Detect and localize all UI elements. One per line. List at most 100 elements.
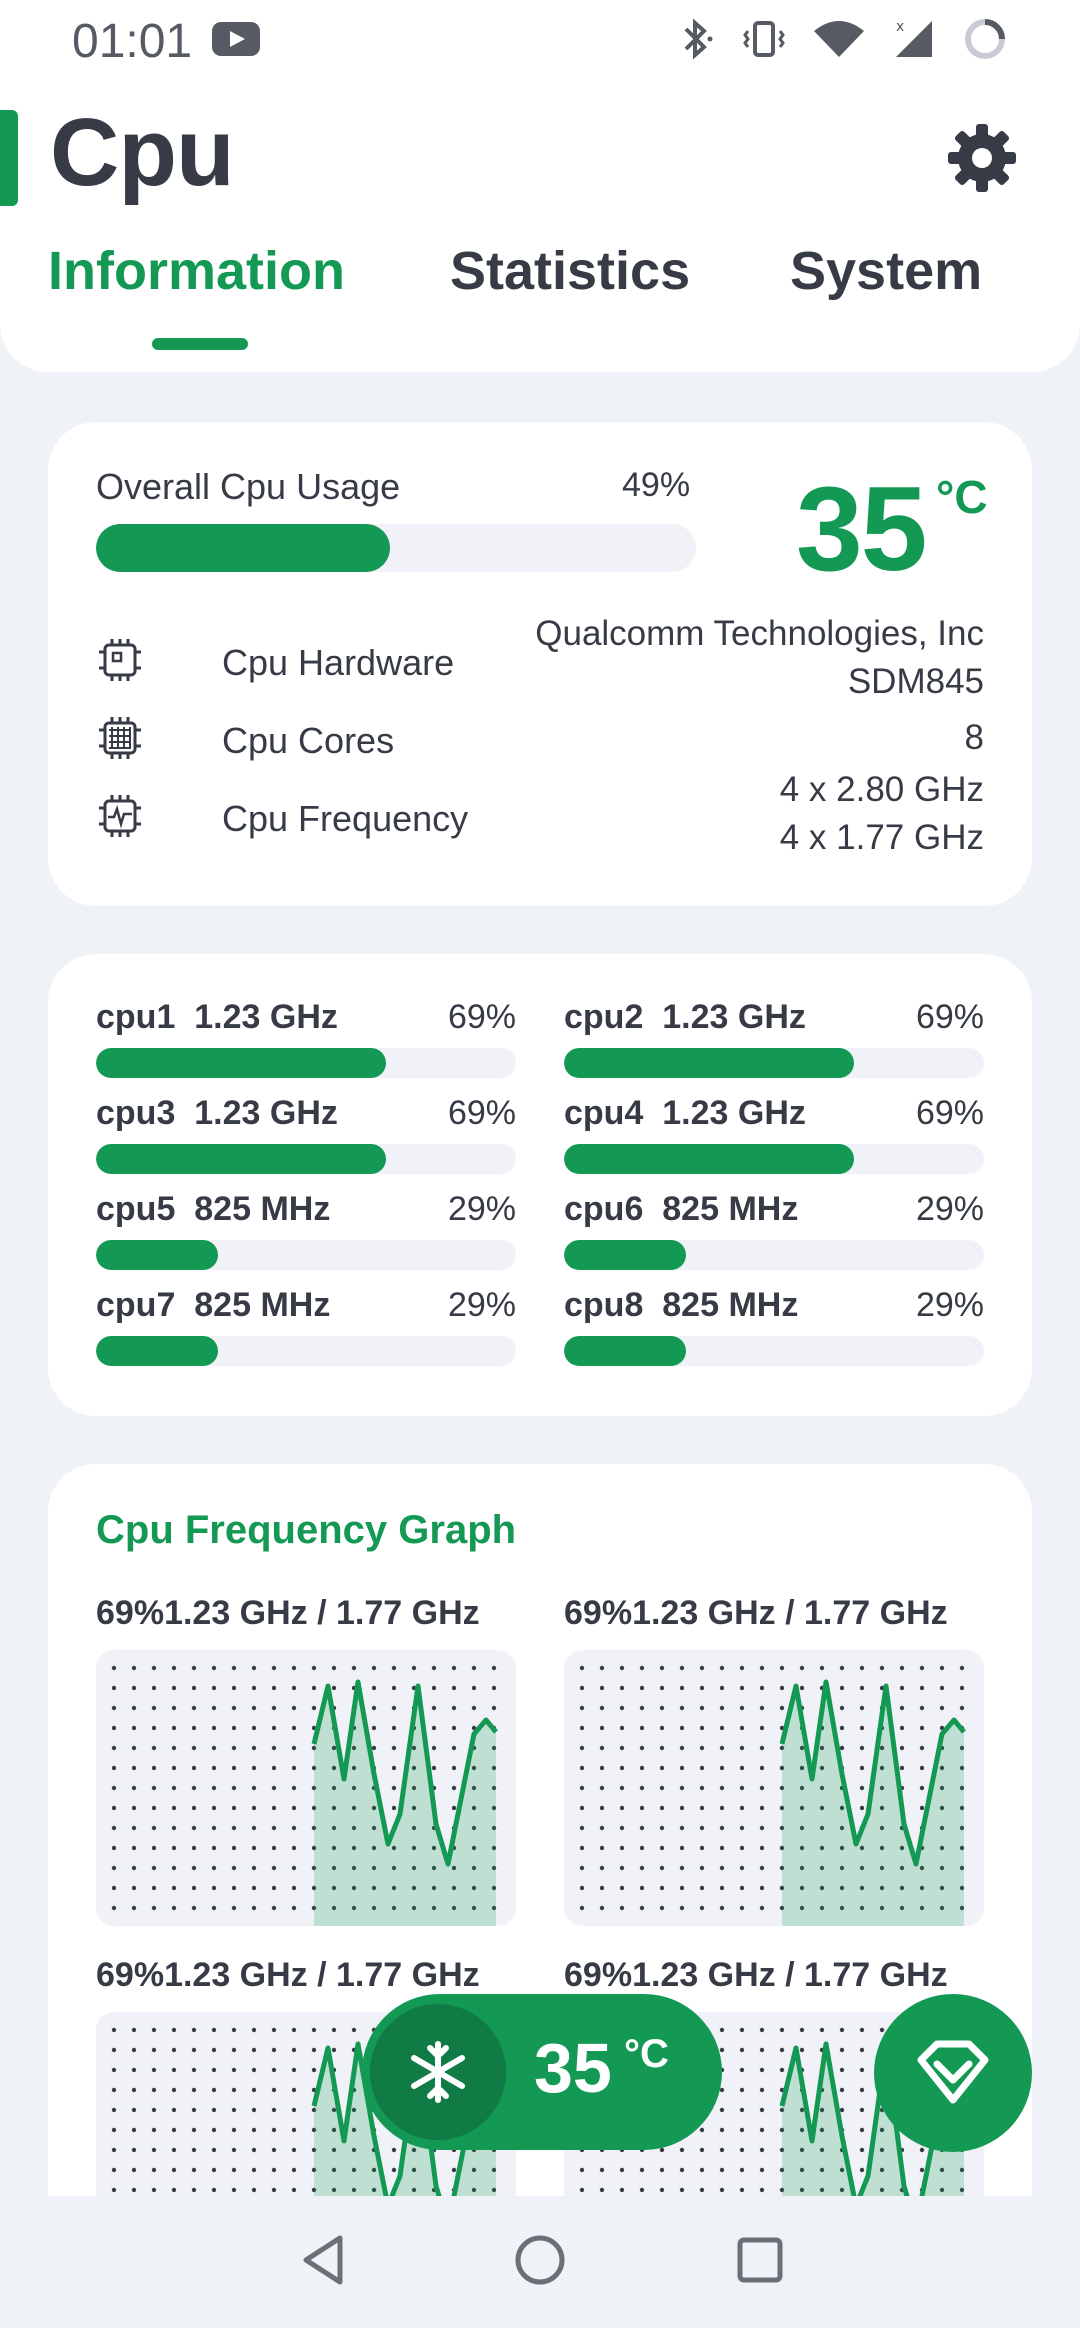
battery-ring-icon — [965, 19, 1005, 59]
graph-frequency: 1.23 GHz / 1.77 GHz — [164, 1956, 480, 1994]
core-name-frequency: cpu5 825 MHz — [96, 1190, 330, 1229]
bluetooth-icon — [684, 18, 713, 60]
core-percent: 69% — [915, 998, 984, 1036]
svg-text:x: x — [896, 19, 904, 35]
graph-plot — [564, 1650, 984, 1926]
core-usage-bar-fill — [564, 1144, 854, 1174]
graph-plot — [96, 1650, 516, 1926]
core-frequency: 1.23 GHz — [662, 1094, 806, 1132]
core-item: cpu1 1.23 GHz 69% — [96, 998, 516, 1078]
home-icon[interactable] — [508, 2228, 572, 2292]
graph-percent: 69% — [564, 1956, 633, 1994]
graph-frequency: 1.23 GHz / 1.77 GHz — [632, 1594, 948, 1632]
core-usage-bar-fill — [96, 1048, 386, 1078]
title-accent-bar — [0, 110, 18, 206]
tab-system[interactable]: System — [790, 240, 982, 302]
floating-temperature-unit: °C — [624, 2032, 669, 2076]
core-usage-bar-fill — [96, 1240, 218, 1270]
frequency-graph-item: 69%1.23 GHz / 1.77 GHz — [96, 1594, 516, 1926]
core-item: cpu3 1.23 GHz 69% — [96, 1094, 516, 1174]
vibrate-icon — [743, 21, 785, 57]
core-name-frequency: cpu3 1.23 GHz — [96, 1094, 338, 1133]
core-frequency: 825 MHz — [194, 1286, 331, 1324]
core-usage-card: cpu1 1.23 GHz 69% cpu2 1.23 GHz 69% cpu3 1.2… — [48, 954, 1032, 1416]
core-usage-bar — [564, 1144, 984, 1174]
tab-information[interactable]: Information — [48, 240, 345, 302]
graph-frequency: 1.23 GHz / 1.77 GHz — [632, 1956, 948, 1994]
core-name: cpu8 — [564, 1286, 644, 1324]
info-value-cores: 8 — [964, 718, 984, 757]
graph-label: 69%1.23 GHz / 1.77 GHz — [96, 1594, 480, 1633]
status-bar: 01:01 x — [0, 0, 1080, 80]
floating-temperature: 35 — [534, 2029, 612, 2107]
core-frequency: 825 MHz — [662, 1190, 799, 1228]
core-item: cpu8 825 MHz 29% — [564, 1286, 984, 1366]
settings-gear-icon[interactable] — [946, 122, 1018, 194]
info-row-cores: Cpu Cores — [96, 714, 984, 762]
graph-label: 69%1.23 GHz / 1.77 GHz — [564, 1594, 948, 1633]
graph-svg — [579, 1665, 966, 1926]
core-usage-bar — [96, 1048, 516, 1078]
system-nav-bar — [0, 2196, 1080, 2328]
overall-usage-label: Overall Cpu Usage — [96, 466, 401, 507]
core-name-frequency: cpu1 1.23 GHz — [96, 998, 338, 1037]
info-value-hardware-model: SDM845 — [847, 662, 984, 701]
core-item: cpu2 1.23 GHz 69% — [564, 998, 984, 1078]
core-percent: 69% — [447, 998, 516, 1036]
status-time: 01:01 — [72, 15, 193, 68]
core-percent: 29% — [915, 1286, 984, 1324]
cpu-temperature: 35 — [796, 462, 927, 596]
cpu-temperature-unit: °C — [936, 471, 988, 523]
core-name-frequency: cpu8 825 MHz — [564, 1286, 798, 1325]
graph-percent: 69% — [96, 1956, 165, 1994]
info-label-cores: Cpu Cores — [222, 720, 395, 761]
signal-icon: x — [896, 19, 932, 57]
overall-usage-percent: 49% — [622, 466, 691, 504]
core-frequency: 825 MHz — [662, 1286, 799, 1324]
core-name-frequency: cpu2 1.23 GHz — [564, 998, 806, 1037]
core-name: cpu3 — [96, 1094, 176, 1132]
info-value-frequency-big: 4 x 2.80 GHz — [779, 770, 984, 809]
core-usage-bar-fill — [564, 1048, 854, 1078]
core-name: cpu5 — [96, 1190, 176, 1228]
info-value-hardware-vendor: Qualcomm Technologies, Inc — [535, 614, 984, 653]
core-usage-bar — [564, 1336, 984, 1366]
wifi-icon — [814, 21, 864, 57]
chip-icon — [99, 639, 141, 681]
core-name: cpu2 — [564, 998, 644, 1036]
core-frequency: 825 MHz — [194, 1190, 331, 1228]
graph-area — [314, 1682, 496, 1926]
snowflake-icon-circle — [370, 2004, 506, 2140]
graph-area — [782, 1682, 964, 1926]
recents-icon[interactable] — [728, 2228, 792, 2292]
back-icon[interactable] — [292, 2228, 356, 2292]
pro-upgrade-button[interactable] — [874, 1994, 1032, 2152]
core-usage-bar — [564, 1048, 984, 1078]
core-name-frequency: cpu6 825 MHz — [564, 1190, 798, 1229]
core-usage-bar — [96, 1240, 516, 1270]
snowflake-icon — [411, 2041, 465, 2103]
graph-frequency: 1.23 GHz / 1.77 GHz — [164, 1594, 480, 1632]
active-tab-indicator — [152, 338, 248, 350]
frequency-icon — [99, 795, 141, 837]
cooler-temperature-button[interactable]: 35 °C — [362, 1994, 722, 2150]
core-usage-bar-fill — [564, 1240, 686, 1270]
core-percent: 69% — [915, 1094, 984, 1132]
core-frequency: 1.23 GHz — [194, 998, 338, 1036]
graph-percent: 69% — [564, 1594, 633, 1632]
page-title: Cpu — [50, 99, 235, 206]
graph-percent: 69% — [96, 1594, 165, 1632]
core-usage-bar-fill — [564, 1336, 686, 1366]
core-usage-bar — [96, 1144, 516, 1174]
tab-statistics[interactable]: Statistics — [450, 240, 690, 302]
core-item: cpu5 825 MHz 29% — [96, 1190, 516, 1270]
core-item: cpu4 1.23 GHz 69% — [564, 1094, 984, 1174]
graph-label: 69%1.23 GHz / 1.77 GHz — [564, 1956, 948, 1995]
app-header: 01:01 x Cpu Information Statistics Syste… — [0, 0, 1080, 372]
info-label-hardware: Cpu Hardware — [222, 642, 455, 683]
core-item: cpu6 825 MHz 29% — [564, 1190, 984, 1270]
graph-title: Cpu Frequency Graph — [96, 1508, 517, 1552]
cores-icon — [99, 717, 141, 759]
core-name: cpu1 — [96, 998, 176, 1036]
graph-label: 69%1.23 GHz / 1.77 GHz — [96, 1956, 480, 1995]
